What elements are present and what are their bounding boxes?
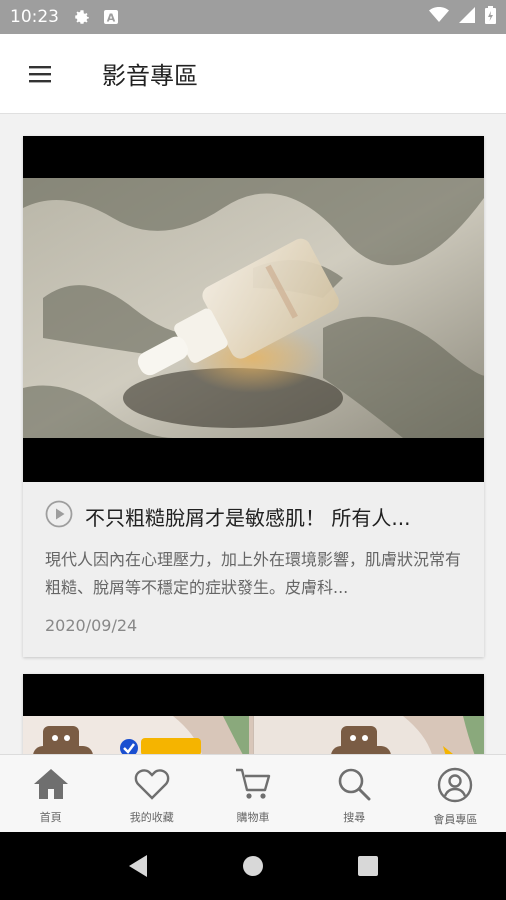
nav-favorites-label: 我的收藏: [129, 811, 174, 824]
video-title[interactable]: 不只粗糙脫屑才是敏感肌！ 所有人...: [85, 502, 455, 531]
video-date: 2020/09/24: [45, 616, 138, 635]
video-card[interactable]: [23, 674, 484, 754]
hamburger-menu-icon[interactable]: [0, 34, 80, 114]
home-icon: [32, 767, 70, 805]
video-thumbnail[interactable]: [23, 674, 484, 754]
video-description: 現代人因內在心理壓力，加上外在環境影響，肌膚狀況常有粗糙、脫屑等不穩定的症狀發生…: [45, 550, 462, 597]
nav-member-label: 會員專區: [433, 813, 478, 826]
video-frame-image: [23, 716, 484, 754]
nav-cart[interactable]: 購物車: [202, 755, 303, 832]
home-circle-icon[interactable]: [233, 846, 273, 886]
system-navigation-bar: [0, 832, 506, 900]
wifi-icon: [429, 6, 449, 28]
page-title: 影音專區: [102, 62, 198, 90]
video-thumbnail[interactable]: [23, 136, 484, 482]
nav-home[interactable]: 首頁: [0, 755, 101, 832]
cart-icon: [234, 767, 272, 805]
nav-home-label: 首頁: [39, 811, 62, 824]
search-icon: [336, 767, 372, 805]
user-icon: [437, 767, 473, 807]
play-circle-icon[interactable]: [45, 500, 73, 532]
a-notification-icon: A: [103, 9, 119, 25]
battery-icon: [485, 5, 496, 29]
video-card[interactable]: 不只粗糙脫屑才是敏感肌！ 所有人... 現代人因內在心理壓力，加上外在環境影響，…: [23, 136, 484, 657]
nav-favorites[interactable]: 我的收藏: [101, 755, 202, 832]
back-icon[interactable]: [118, 846, 158, 886]
nav-cart-label: 購物車: [236, 811, 270, 824]
svg-text:A: A: [107, 12, 116, 25]
video-list: 不只粗糙脫屑才是敏感肌！ 所有人... 現代人因內在心理壓力，加上外在環境影響，…: [0, 114, 506, 754]
signal-icon: [459, 6, 475, 28]
gear-icon: [73, 8, 91, 26]
recents-icon[interactable]: [348, 846, 388, 886]
video-frame-image: [23, 178, 484, 438]
status-bar: 10:23 A: [0, 0, 506, 34]
nav-search-label: 搜尋: [343, 811, 366, 824]
bottom-navigation: 首頁 我的收藏 購物車 搜尋 會員專區: [0, 754, 506, 832]
nav-member[interactable]: 會員專區: [405, 755, 506, 832]
app-bar: 影音專區: [0, 34, 506, 114]
heart-icon: [134, 767, 170, 805]
status-time: 10:23: [10, 7, 59, 27]
nav-search[interactable]: 搜尋: [304, 755, 405, 832]
